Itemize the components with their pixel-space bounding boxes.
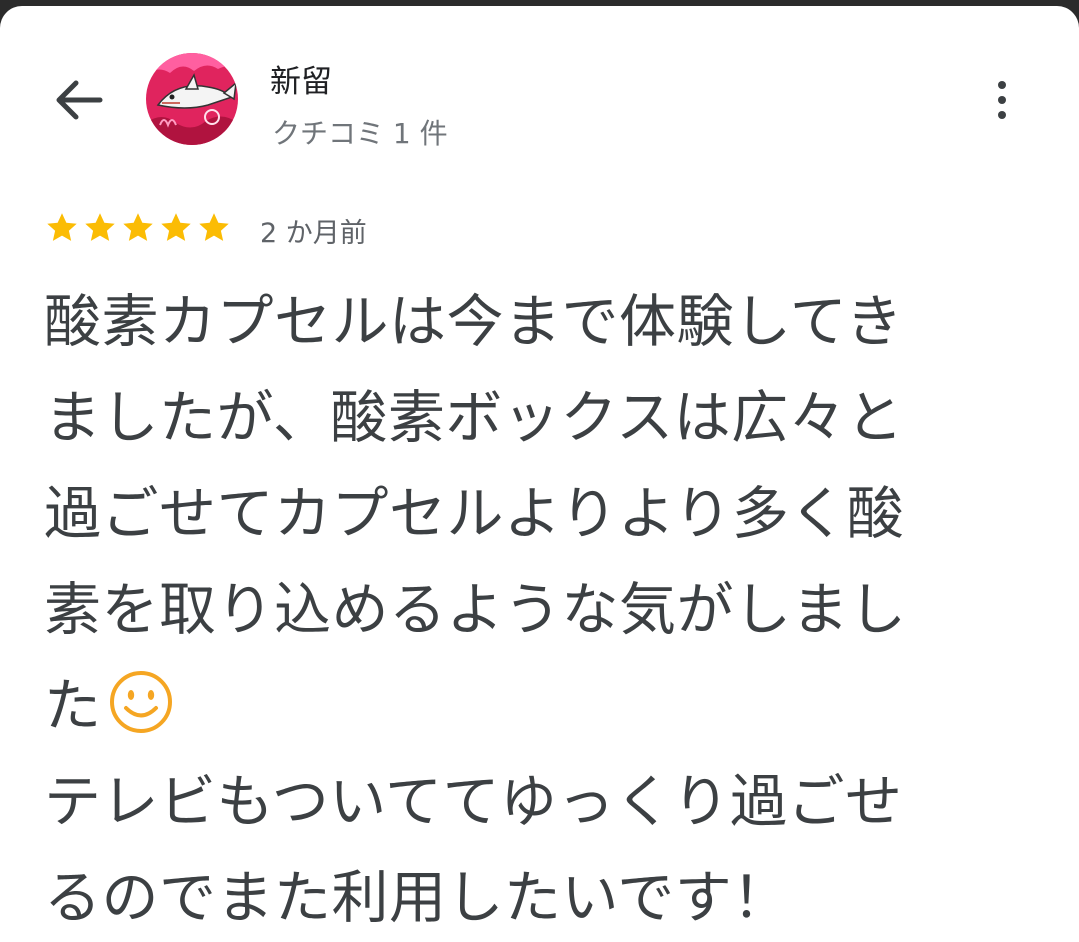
review-text: 酸素カプセルは今まで体験してき ましたが、酸素ボックスは広々と 過ごせてカプセル… <box>44 274 1044 942</box>
review-text-line: た <box>44 673 102 739</box>
review-text-line: 素を取り込めるような気がしまし <box>44 577 907 643</box>
more-vert-icon-dot <box>998 81 1006 89</box>
shark-avatar-image <box>146 53 238 145</box>
more-options-button[interactable] <box>982 72 1022 128</box>
reviewer-review-count: クチコミ 1 件 <box>272 117 448 150</box>
review-text-line: テレビもついててゆっくり過ごせ <box>44 769 903 835</box>
reviewer-name[interactable]: 新留 <box>270 56 332 101</box>
more-vert-icon-dot <box>998 111 1006 119</box>
review-text-line: 酸素カプセルは今まで体験してき <box>44 289 904 355</box>
star-icon <box>123 213 153 241</box>
star-icon <box>161 213 191 241</box>
review-text-line: 過ごせてカプセルよりより多く酸 <box>44 481 905 547</box>
reviewer-avatar[interactable] <box>146 53 238 145</box>
star-rating <box>44 210 232 246</box>
arrow-back-icon <box>56 80 103 120</box>
review-time: 2 か月前 <box>260 218 367 249</box>
review-text-line: るのでまた利用したいです！ <box>44 865 790 931</box>
star-icon <box>199 213 229 241</box>
smiling-face-emoji <box>109 671 172 733</box>
star-icon <box>85 213 115 241</box>
review-detail-sheet: 新留 クチコミ 1 件 2 か月前 酸素カプセルは今まで体験してき ましたが、酸… <box>0 6 1079 942</box>
more-vert-icon-dot <box>998 96 1006 104</box>
star-icon <box>47 213 77 241</box>
review-text-line: ましたが、酸素ボックスは広々と <box>44 385 904 451</box>
review-text-line-with-emoji: た <box>44 658 1044 754</box>
back-button[interactable] <box>44 72 112 128</box>
